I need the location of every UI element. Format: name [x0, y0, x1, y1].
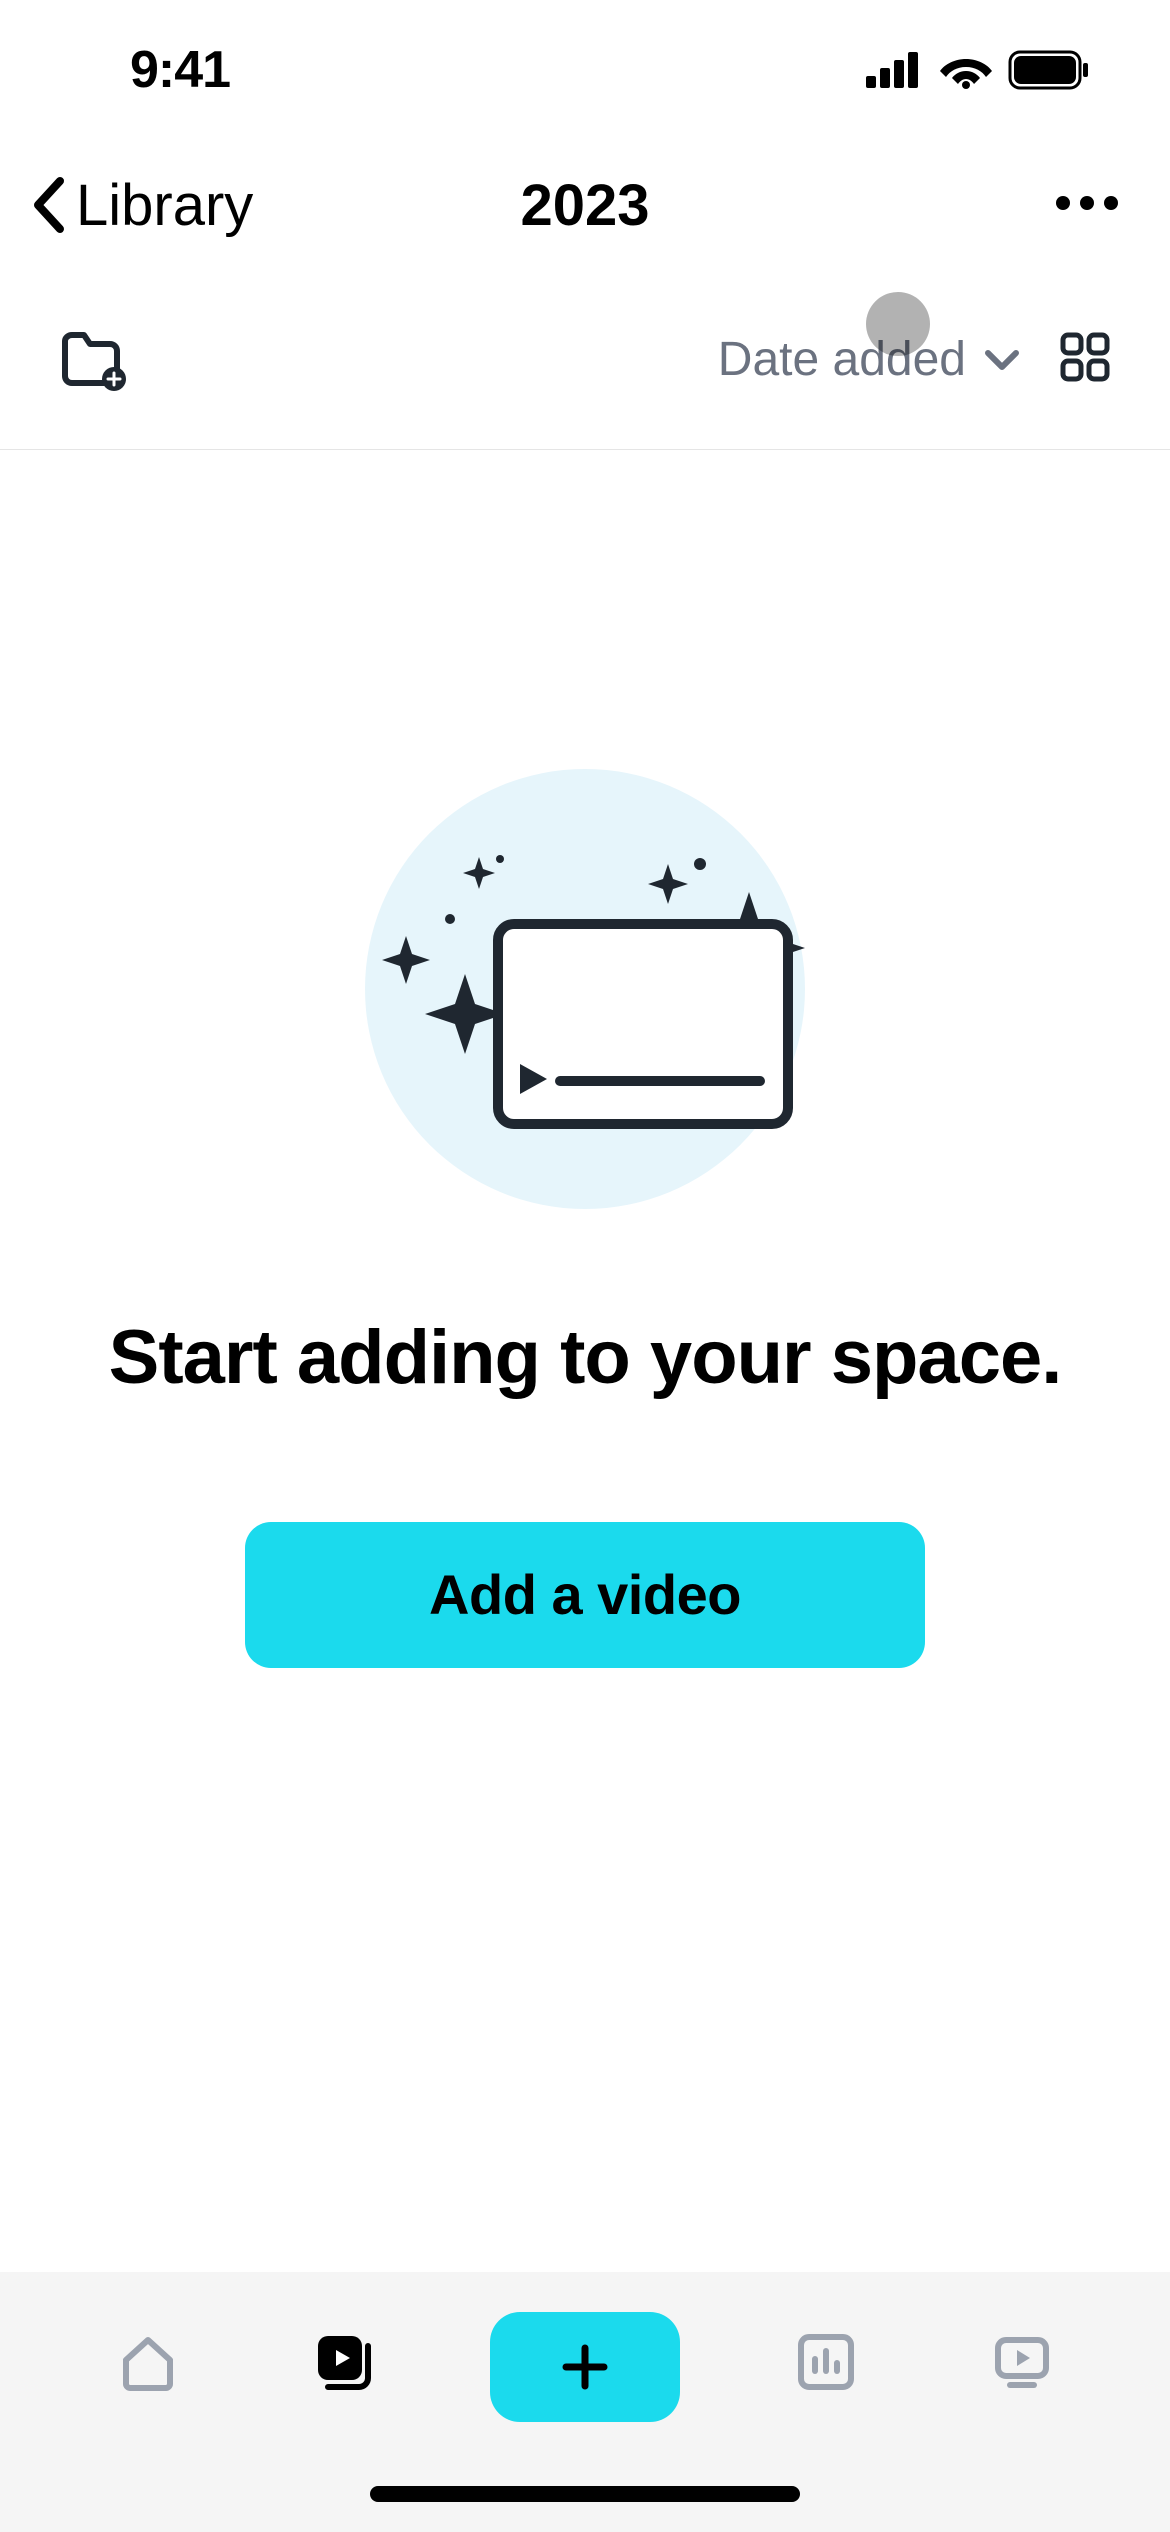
chevron-down-icon: [984, 349, 1020, 371]
touch-indicator: [866, 292, 930, 356]
home-indicator[interactable]: [370, 2486, 800, 2502]
watch-icon: [990, 2330, 1054, 2394]
status-indicators: [866, 50, 1090, 90]
grid-icon: [1060, 332, 1110, 382]
view-grid-button[interactable]: [1060, 332, 1110, 387]
more-button[interactable]: [1054, 193, 1120, 218]
tab-create[interactable]: [490, 2312, 680, 2422]
chevron-left-icon: [30, 175, 66, 235]
sort-dropdown[interactable]: Date added: [718, 332, 1020, 387]
plus-icon: [560, 2342, 610, 2392]
tab-home[interactable]: [98, 2312, 198, 2412]
empty-illustration: [285, 744, 885, 1244]
empty-state: Start adding to your space. Add a video: [0, 450, 1170, 2272]
nav-bar: Library 2023: [0, 140, 1170, 270]
sort-label: Date added: [718, 332, 966, 387]
add-video-label: Add a video: [429, 1562, 741, 1627]
home-icon: [116, 2330, 180, 2394]
library-icon: [310, 2328, 378, 2396]
cellular-icon: [866, 52, 924, 88]
analytics-icon: [795, 2331, 857, 2393]
ellipsis-icon: [1054, 193, 1120, 213]
status-bar: 9:41: [0, 0, 1170, 140]
back-button[interactable]: Library: [30, 172, 253, 239]
battery-icon: [1008, 50, 1090, 90]
back-label: Library: [76, 172, 253, 239]
toolbar: Date added: [0, 270, 1170, 450]
wifi-icon: [940, 51, 992, 89]
add-video-button[interactable]: Add a video: [245, 1522, 925, 1668]
status-time: 9:41: [130, 40, 230, 100]
tab-watch[interactable]: [972, 2312, 1072, 2412]
tab-library[interactable]: [294, 2312, 394, 2412]
folder-plus-icon: [60, 329, 128, 391]
new-folder-button[interactable]: [60, 329, 128, 391]
empty-heading: Start adding to your space.: [109, 1314, 1062, 1401]
tab-analytics[interactable]: [776, 2312, 876, 2412]
